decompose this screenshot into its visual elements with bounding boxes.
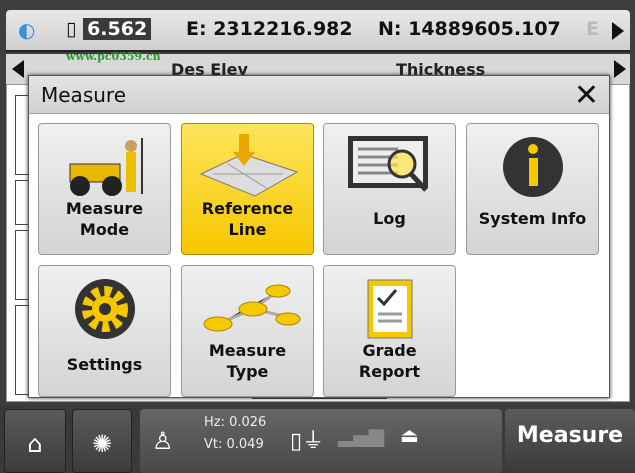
signal-icon: ▂▄▆ xyxy=(338,423,385,447)
scroll-right-arrow-2[interactable] xyxy=(614,60,626,78)
tile-label: System Info xyxy=(478,209,587,228)
tile-label: Report xyxy=(358,362,421,381)
atv-surveyor-icon xyxy=(39,132,170,202)
gear-icon xyxy=(39,274,170,344)
settings-tile[interactable]: Settings xyxy=(38,265,171,397)
tile-label: Settings xyxy=(66,355,143,374)
battery-plug-icon: ▯⏚ xyxy=(290,429,325,454)
close-icon[interactable]: ✕ xyxy=(574,78,599,113)
tile-label: Type xyxy=(226,362,269,381)
vt-readout: Vt: 0.049 xyxy=(204,437,264,452)
coordinate-bar: ▯ 6.562 E: 2312216.982 N: 14889605.107 E xyxy=(6,10,630,52)
reference-line-icon xyxy=(182,132,313,202)
measure-type-tile[interactable]: Measure Type xyxy=(181,265,314,397)
measure-type-icon xyxy=(182,274,313,344)
level-icon: ⏏ xyxy=(400,423,419,447)
reference-line-tile[interactable]: Reference Line xyxy=(181,123,314,255)
easting-readout: E: 2312216.982 xyxy=(186,18,353,40)
home-icon: ⌂ xyxy=(27,430,43,458)
system-info-tile[interactable]: System Info xyxy=(466,123,599,255)
watermark-url: www.pc0359.cn xyxy=(66,50,161,63)
tile-label: Grade xyxy=(362,341,417,360)
grade-report-icon xyxy=(324,274,455,344)
scroll-right-arrow[interactable] xyxy=(612,22,624,40)
watermark-logo: ◐ xyxy=(18,18,36,42)
home-button[interactable]: ⌂ xyxy=(4,409,66,473)
tile-label: Reference xyxy=(201,199,294,218)
tile-label: Line xyxy=(228,220,267,239)
log-monitor-icon xyxy=(324,132,455,202)
grade-report-tile[interactable]: Grade Report xyxy=(323,265,456,397)
dialog-title: Measure xyxy=(41,83,126,107)
hz-readout: Hz: 0.026 xyxy=(204,415,267,430)
next-readout: E xyxy=(586,18,599,40)
tile-label: Measure xyxy=(208,341,287,360)
bottom-bar: ⌂ ✺ ♙ Hz: 0.026 Vt: 0.049 ▯⏚ ▂▄▆ ⏏ Measu… xyxy=(0,405,635,473)
dialog-title-bar: Measure ✕ xyxy=(29,76,609,114)
tile-label: Log xyxy=(373,209,406,228)
log-tile[interactable]: Log xyxy=(323,123,456,255)
info-icon xyxy=(467,132,598,202)
tile-label: Measure xyxy=(65,199,144,218)
scroll-left-arrow[interactable] xyxy=(12,60,24,78)
trimble-logo-icon: ✺ xyxy=(91,430,113,458)
measure-button[interactable]: Measure xyxy=(505,409,635,473)
measure-dialog: Measure ✕ Measure Mode Reference Line Log … xyxy=(28,75,610,398)
surveyor-icon: ♙ xyxy=(152,427,174,455)
height-readout[interactable]: ▯ 6.562 xyxy=(66,18,152,40)
status-bar[interactable]: ♙ Hz: 0.026 Vt: 0.049 ▯⏚ ▂▄▆ ⏏ xyxy=(140,409,502,473)
tile-label: Mode xyxy=(79,220,130,239)
measure-mode-tile[interactable]: Measure Mode xyxy=(38,123,171,255)
app-menu-button[interactable]: ✺ xyxy=(72,409,132,473)
northing-readout: N: 14889605.107 xyxy=(378,18,561,40)
